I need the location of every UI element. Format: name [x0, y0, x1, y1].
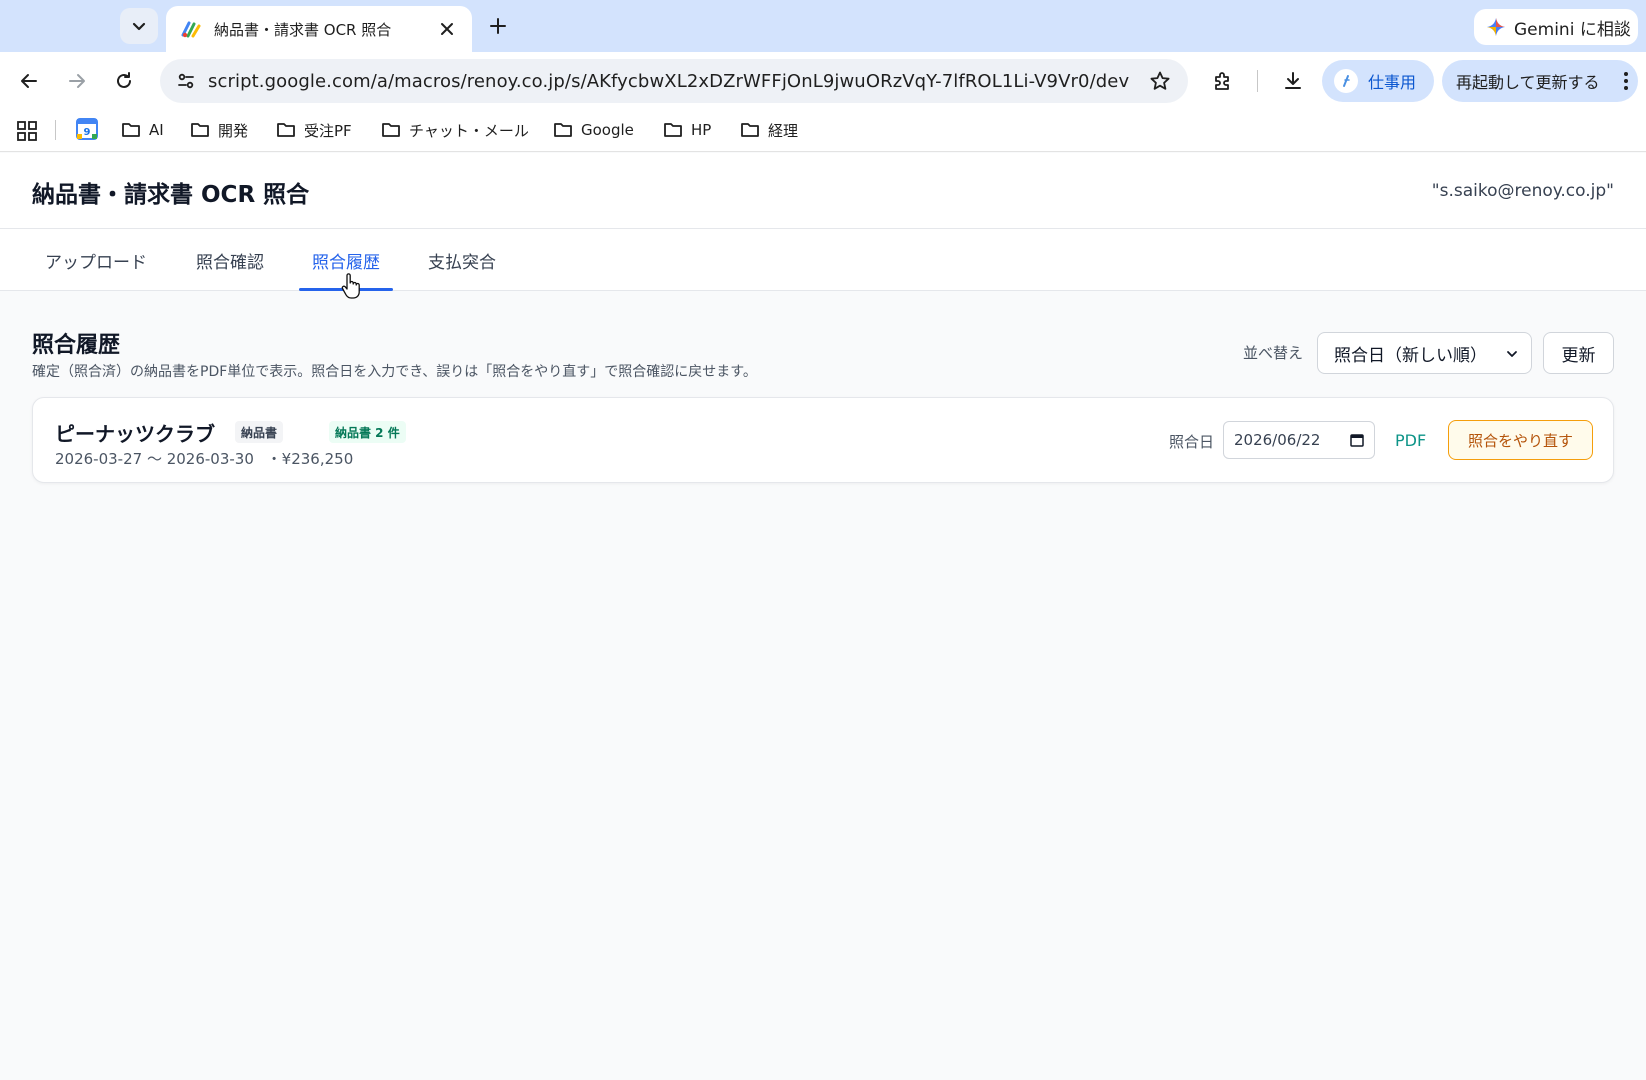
app-title: 納品書・請求書 OCR 照合: [32, 182, 310, 208]
sort-label: 並べ替え: [1243, 344, 1304, 362]
toolbar-divider: [1257, 70, 1258, 92]
close-icon[interactable]: [436, 18, 458, 40]
redo-match-button[interactable]: 照合をやり直す: [1448, 420, 1593, 460]
site-info-icon[interactable]: [166, 61, 206, 101]
apps-script-favicon-icon: [181, 21, 201, 38]
bookmark-folder-chat-mail[interactable]: チャット・メール: [381, 118, 529, 142]
gemini-label: Gemini に相談: [1514, 19, 1631, 40]
bookmark-folder-accounting[interactable]: 経理: [740, 118, 798, 142]
apps-grid-icon[interactable]: [16, 120, 38, 142]
bookmark-folder-google[interactable]: Google: [553, 118, 634, 142]
more-vert-icon[interactable]: [1624, 72, 1628, 90]
record-period: 2026-03-27 〜 2026-03-30: [55, 450, 254, 468]
plus-icon: [490, 18, 506, 34]
refresh-button[interactable]: 更新: [1543, 332, 1614, 374]
google-calendar-icon[interactable]: 9: [76, 118, 98, 140]
browser-tab-active[interactable]: 納品書・請求書 OCR 照合: [166, 6, 472, 52]
reload-button[interactable]: [107, 64, 141, 98]
profile-avatar-icon: [1334, 69, 1358, 93]
history-section-title: 照合履歴: [32, 333, 121, 358]
tab-match-review[interactable]: 照合確認: [184, 229, 276, 291]
bookmark-folder-hp[interactable]: HP: [663, 118, 711, 142]
vendor-name: ピーナッツクラブ: [55, 422, 215, 446]
profile-button[interactable]: 仕事用: [1322, 60, 1434, 102]
folder-icon: [664, 123, 682, 137]
tab-upload[interactable]: アップロード: [32, 229, 160, 291]
match-date-value: 2026/06/22: [1234, 431, 1321, 449]
address-bar[interactable]: script.google.com/a/macros/renoy.co.jp/s…: [160, 59, 1188, 103]
sort-select[interactable]: 照合日（新しい順）: [1317, 332, 1532, 374]
folder-icon: [122, 123, 140, 137]
history-record-card: ピーナッツクラブ 納品書 納品書 2 件 2026-03-27 〜 2026-0…: [32, 397, 1614, 483]
arrow-right-icon: [69, 74, 85, 88]
chevron-down-icon: [1507, 351, 1517, 357]
puzzle-icon: [1215, 72, 1229, 90]
svg-text:9: 9: [84, 127, 91, 138]
tab-payment-reconcile[interactable]: 支払突合: [416, 229, 508, 291]
app-header: 納品書・請求書 OCR 照合 "s.saiko@renoy.co.jp": [0, 153, 1646, 229]
gemini-button[interactable]: Gemini に相談: [1474, 9, 1638, 45]
download-icon: [1285, 72, 1301, 89]
extensions-button[interactable]: [1204, 62, 1242, 100]
browser-tab-title: 納品書・請求書 OCR 照合: [214, 20, 392, 39]
chevron-down-icon: [132, 22, 146, 31]
match-date-label: 照合日: [1169, 433, 1215, 451]
profile-label: 仕事用: [1368, 73, 1417, 92]
doc-type-badge: 納品書: [235, 421, 284, 443]
history-description: 確定（照合済）の納品書をPDF単位で表示。照合日を入力でき、誤りは「照合をやり直…: [32, 364, 757, 380]
bookmark-folder-dev[interactable]: 開発: [190, 118, 248, 142]
forward-button[interactable]: [60, 64, 94, 98]
hand-cursor-icon: [341, 273, 360, 299]
back-button[interactable]: [12, 64, 46, 98]
bookmark-star-icon[interactable]: [1140, 61, 1180, 101]
match-date-input[interactable]: 2026/06/22: [1223, 421, 1375, 459]
folder-icon: [191, 123, 209, 137]
folder-icon: [277, 123, 295, 137]
pdf-link[interactable]: PDF: [1395, 431, 1426, 450]
downloads-button[interactable]: [1274, 62, 1312, 100]
record-meta: 2026-03-27 〜 2026-03-30 ・¥236,250: [55, 448, 353, 469]
arrow-left-icon: [21, 74, 37, 88]
restart-label: 再起動して更新する: [1456, 73, 1600, 92]
browser-toolbar: script.google.com/a/macros/renoy.co.jp/s…: [0, 52, 1646, 108]
bookmark-folder-order-pf[interactable]: 受注PF: [276, 118, 352, 142]
tab-search-button[interactable]: [120, 8, 158, 44]
folder-icon: [554, 123, 572, 137]
folder-icon: [382, 123, 400, 137]
gemini-sparkle-icon: [1487, 18, 1505, 36]
url-text[interactable]: script.google.com/a/macros/renoy.co.jp/s…: [208, 71, 1140, 92]
reload-icon: [117, 72, 131, 88]
browser-tabstrip: 納品書・請求書 OCR 照合 Gemini に相談: [0, 0, 1646, 52]
folder-icon: [741, 123, 759, 137]
restart-update-button[interactable]: 再起動して更新する: [1442, 60, 1638, 102]
sort-select-value: 照合日（新しい順）: [1334, 345, 1487, 366]
doc-count-badge: 納品書 2 件: [329, 421, 406, 443]
new-tab-button[interactable]: [484, 12, 512, 40]
user-email: "s.saiko@renoy.co.jp": [1431, 181, 1614, 201]
app-tabs: アップロード 照合確認 照合履歴 支払突合: [0, 229, 1646, 291]
bookmarks-divider: [55, 120, 56, 140]
calendar-icon[interactable]: [1350, 433, 1364, 447]
bookmark-folder-ai[interactable]: AI: [121, 118, 164, 142]
record-amount: ・¥236,250: [266, 450, 354, 468]
bookmarks-bar: 9 AI 開発 受注PF チャット・メール Google HP 経理: [0, 108, 1646, 152]
